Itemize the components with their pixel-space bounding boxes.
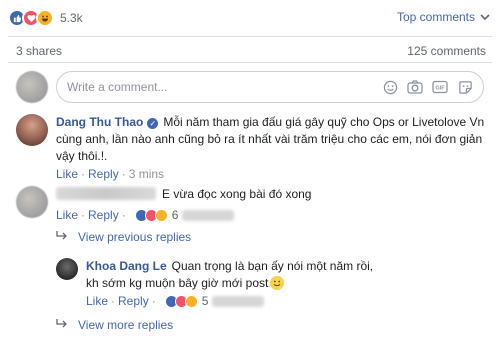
reply-body: Khoa Dang Le Quan trọng là bạn ấy nói một… [86,258,376,292]
verified-badge-icon: ✓ [147,118,159,129]
redacted-timestamp [182,209,235,221]
view-previous-replies[interactable]: View previous replies [56,230,191,244]
like-link[interactable]: Like [86,294,108,308]
reaction-count: 5 [201,294,209,308]
comment-item: Dang Thu Thao ✓ Mỗi năm tham gia đấu giá g… [16,114,492,181]
reaction-icons[interactable] [8,9,54,27]
separator: · [81,208,86,222]
sticker-icon[interactable] [457,79,473,95]
smile-emoji-icon [270,276,285,290]
separator: · [111,294,116,308]
comment-composer: Write a comment... GIF [16,70,492,104]
comment-timestamp[interactable]: 3 mins [129,167,164,181]
reply-link[interactable]: Reply [118,294,149,308]
reply-link[interactable]: Reply [88,167,119,181]
comment-author-avatar[interactable] [16,186,48,218]
shares-count[interactable]: 3 shares [16,44,62,58]
reply-link[interactable]: Reply [88,208,119,222]
separator: · [121,208,126,222]
comment-author-redacted[interactable] [56,187,156,200]
reaction-count: 6 [171,208,179,222]
like-link[interactable]: Like [56,167,78,181]
gif-icon[interactable]: GIF [432,79,448,95]
view-previous-label: View previous replies [78,230,192,244]
redacted-timestamp [212,295,265,307]
haha-reaction-icon [36,9,54,27]
divider [8,62,492,63]
comment-author[interactable]: Dang Thu Thao [56,115,143,129]
comment-body: Dang Thu Thao ✓ Mỗi năm tham gia đấu giá g… [56,114,486,165]
current-user-avatar[interactable] [16,71,48,103]
reaction-count[interactable]: 5.3k [60,11,83,25]
separator: · [81,167,86,181]
comment-author-avatar[interactable] [16,114,48,146]
wow-reaction-icon [184,294,198,308]
reply-actions: Like · Reply · 5 [86,294,376,308]
reply-arrow-icon [56,230,68,244]
reply-item: Khoa Dang Le Quan trọng là bạn ấy nói một… [56,258,492,308]
reply-author[interactable]: Khoa Dang Le [86,259,167,273]
svg-text:GIF: GIF [435,86,445,92]
comment-item: E vừa đọc xong bài đó xong Like · Reply … [16,186,492,222]
comment-placeholder: Write a comment... [67,80,168,94]
divider [8,36,492,37]
comment-actions: Like · Reply · 6 [56,208,486,222]
reply-author-avatar[interactable] [56,258,78,280]
view-more-label: View more replies [78,318,174,332]
comment-text: E vừa đọc xong bài đó xong [162,187,312,201]
emoji-icon[interactable] [382,79,398,95]
reply-reactions[interactable]: 5 [164,294,209,308]
comment-reactions[interactable]: 6 [134,208,179,222]
separator: · [121,167,126,181]
view-more-replies[interactable]: View more replies [56,318,173,332]
like-link[interactable]: Like [56,208,78,222]
reactions-bar: 5.3k Top comments [0,0,500,36]
camera-icon[interactable] [407,79,423,95]
comment-input[interactable]: Write a comment... GIF [56,71,484,103]
reply-arrow-icon [56,318,68,332]
separator: · [151,294,156,308]
comment-body: E vừa đọc xong bài đó xong [56,186,486,203]
comments-count[interactable]: 125 comments [407,44,486,58]
wow-reaction-icon [154,208,168,222]
comment-actions: Like · Reply · 3 mins [56,167,486,181]
chevron-down-icon [480,10,490,24]
sort-comments-dropdown[interactable]: Top comments [397,10,490,24]
sort-label: Top comments [396,10,475,24]
composer-icons: GIF [382,79,473,95]
